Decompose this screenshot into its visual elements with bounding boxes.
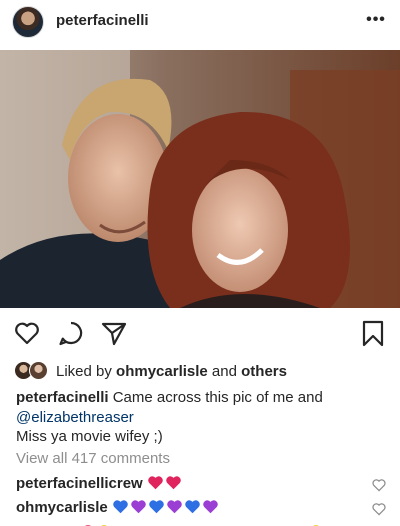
- comment-emojis: [112, 499, 220, 516]
- photo-illustration: [0, 50, 400, 308]
- liked-by-user[interactable]: ohmycarlisle: [116, 363, 208, 380]
- caption-mention[interactable]: @elizabethreaser: [16, 409, 134, 426]
- red-heart-icon: [166, 476, 181, 490]
- comment-icon[interactable]: [56, 318, 86, 348]
- comment-like-heart-icon[interactable]: [372, 502, 386, 516]
- caption-username[interactable]: peterfacinelli: [16, 389, 109, 406]
- comment-username[interactable]: ohmycarlisle: [16, 499, 108, 516]
- post-photo[interactable]: [0, 50, 400, 308]
- likes-summary[interactable]: Liked by ohmycarlisle and others: [14, 360, 394, 382]
- blue-heart-icon: [149, 500, 164, 514]
- liked-by-and: and: [207, 363, 242, 380]
- action-bar: [0, 316, 400, 350]
- comment-row: peterfacinellicrew: [16, 474, 356, 492]
- comment-like-heart-icon[interactable]: [372, 478, 386, 492]
- comment-username[interactable]: peterfacinellicrew: [16, 475, 143, 492]
- bookmark-icon[interactable]: [358, 318, 388, 348]
- like-heart-icon[interactable]: [12, 318, 42, 348]
- view-all-comments-link[interactable]: View all 417 comments: [16, 450, 170, 467]
- blue-heart-icon: [185, 500, 200, 514]
- next-comment-row-partial: [16, 518, 400, 526]
- red-heart-icon: [148, 476, 163, 490]
- liked-by-others[interactable]: others: [241, 363, 287, 380]
- purple-heart-icon: [203, 500, 218, 514]
- caption-line2: Miss ya movie wifey ;): [16, 428, 163, 445]
- blue-heart-icon: [113, 500, 128, 514]
- purple-heart-icon: [167, 500, 182, 514]
- post-header: peterfacinelli •••: [0, 0, 400, 50]
- caption-text: Came across this pic of me and: [108, 389, 323, 406]
- comment-row: ohmycarlisle: [16, 498, 356, 516]
- liked-by-prefix: Liked by: [56, 363, 117, 380]
- purple-heart-icon: [131, 500, 146, 514]
- share-icon[interactable]: [99, 318, 129, 348]
- liked-by-text: Liked by ohmycarlisle and others: [56, 363, 287, 380]
- liker-avatar: [29, 361, 48, 380]
- more-options-icon[interactable]: •••: [362, 8, 390, 32]
- post-caption: peterfacinelli Came across this pic of m…: [16, 388, 388, 447]
- profile-avatar[interactable]: [12, 6, 44, 38]
- comment-emojis: [147, 475, 183, 492]
- post-username[interactable]: peterfacinelli: [56, 12, 149, 29]
